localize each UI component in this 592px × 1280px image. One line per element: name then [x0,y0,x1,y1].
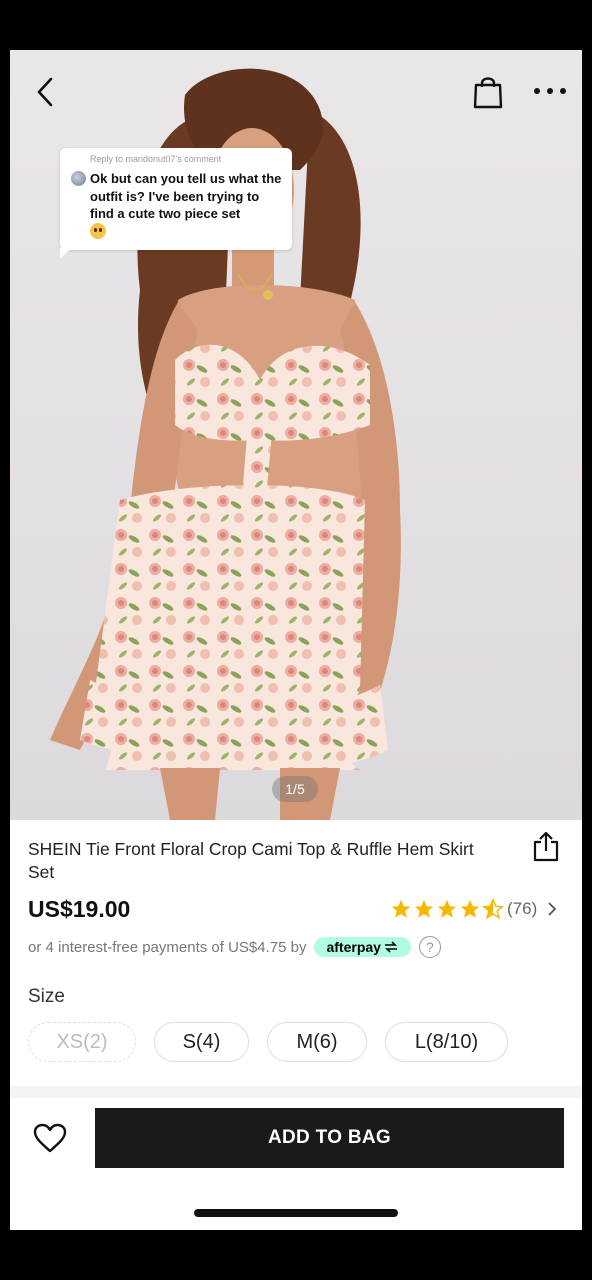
product-title: SHEIN Tie Front Floral Crop Cami Top & R… [28,839,474,882]
installments-text: or 4 interest-free payments of US$4.75 b… [28,938,307,956]
home-indicator[interactable] [194,1209,398,1217]
shopping-bag-icon [473,77,503,109]
size-label: Size [28,986,65,1007]
help-icon[interactable]: ? [418,936,441,958]
pleading-face-emoji-icon [90,223,106,239]
star-full-icon [414,899,434,918]
shopping-bag-button[interactable] [468,72,508,112]
installments-info: or 4 interest-free payments of US$4.75 b… [28,934,441,960]
back-button[interactable] [28,72,62,112]
wishlist-button[interactable] [32,1120,68,1156]
size-option-l[interactable]: L(8/10) [385,1022,508,1062]
bottom-action-bar: ADD TO BAG [10,1098,582,1230]
section-divider [10,1086,582,1098]
star-full-icon [460,899,480,918]
star-half-icon [482,898,504,920]
afterpay-label: afterpay [326,939,381,955]
size-option-s[interactable]: S(4) [154,1022,249,1062]
reply-comment-bubble: Reply to maridonut07's comment Ok but ca… [60,148,292,258]
product-price: US$19.00 [28,896,131,922]
avatar [71,171,86,186]
image-counter: 1/5 [272,776,318,802]
heart-icon [33,1123,67,1153]
product-image-gallery[interactable]: Reply to maridonut07's comment Ok but ca… [10,50,582,820]
share-icon [533,831,559,862]
add-to-bag-button[interactable]: ADD TO BAG [95,1108,564,1168]
size-option-xs[interactable]: XS(2) [28,1022,136,1062]
star-full-icon [391,899,411,918]
afterpay-arrows-icon [384,941,397,953]
review-count: (76) [507,899,538,918]
chevron-left-icon [37,77,53,107]
rating-summary[interactable]: (76) [390,896,557,922]
afterpay-badge: afterpay [314,937,411,957]
comment-text: Ok but can you tell us what the outfit i… [90,171,282,221]
chevron-right-icon [548,902,557,916]
size-option-m[interactable]: M(6) [267,1022,367,1062]
more-dots-icon [534,88,566,94]
more-options-button[interactable] [530,76,570,106]
star-full-icon [437,899,457,918]
reply-to-label: Reply to maridonut07's comment [90,154,222,164]
product-screen: Reply to maridonut07's comment Ok but ca… [10,50,582,1230]
share-button[interactable] [528,828,564,864]
